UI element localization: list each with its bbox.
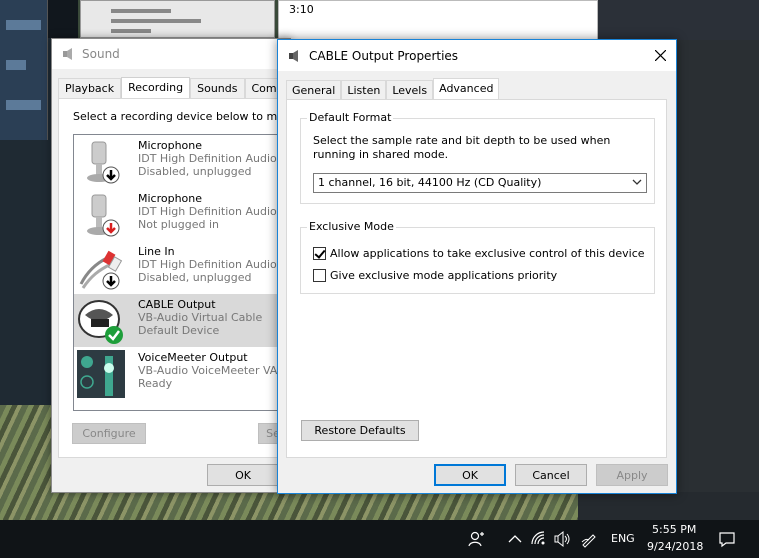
advanced-panel: Default Format Select the sample rate an…: [286, 99, 667, 458]
background-window-bottom: [578, 492, 759, 520]
allow-exclusive-label: Allow applications to take exclusive con…: [330, 247, 645, 260]
background-window-white: 3:10: [278, 0, 598, 40]
line-in-cable-icon: [79, 250, 123, 290]
device-status: Ready: [138, 377, 173, 390]
device-status: Disabled, unplugged: [138, 271, 252, 284]
allow-exclusive-checkbox[interactable]: Allow applications to take exclusive con…: [313, 247, 645, 260]
sound-titlebar[interactable]: Sound: [52, 39, 290, 69]
tab-playback[interactable]: Playback: [58, 78, 122, 99]
default-format-label: Default Format: [307, 111, 394, 124]
recording-hint: Select a recording device below to modi: [73, 110, 294, 123]
background-window-thumbnail: [0, 0, 48, 140]
tab-advanced[interactable]: Advanced: [433, 78, 500, 99]
people-icon[interactable]: [468, 530, 486, 548]
checkbox-checked[interactable]: [313, 247, 326, 260]
tab-listen[interactable]: Listen: [341, 80, 387, 99]
device-driver: VB-Audio Virtual Cable: [138, 311, 263, 324]
voicemeeter-icon: [77, 350, 125, 398]
props-title: CABLE Output Properties: [309, 48, 459, 63]
device-name: Line In: [138, 245, 175, 258]
apply-button[interactable]: Apply: [596, 464, 668, 486]
cable-icon: [78, 300, 123, 344]
cancel-button[interactable]: Cancel: [515, 464, 587, 486]
device-name: Microphone: [138, 139, 203, 152]
background-window-right: [598, 0, 759, 40]
device-name: Microphone: [138, 192, 203, 205]
props-titlebar[interactable]: CABLE Output Properties: [278, 40, 676, 71]
microphone-icon: [87, 194, 120, 237]
device-driver: IDT High Definition Audio C: [138, 205, 288, 218]
checkbox-unchecked[interactable]: [313, 269, 326, 282]
close-icon: [654, 50, 666, 61]
ok-button[interactable]: OK: [434, 464, 506, 486]
clock-date[interactable]: 9/24/2018: [647, 540, 703, 553]
device-driver: IDT High Definition Audio C: [138, 258, 288, 271]
language-indicator[interactable]: ENG: [611, 532, 635, 545]
exclusive-mode-label: Exclusive Mode: [307, 220, 396, 233]
format-select-value: 1 channel, 16 bit, 44100 Hz (CD Quality): [318, 176, 542, 189]
device-status: Disabled, unplugged: [138, 165, 252, 178]
close-button[interactable]: [644, 40, 676, 71]
device-name: VoiceMeeter Output: [138, 351, 248, 364]
default-format-description: Select the sample rate and bit depth to …: [313, 134, 611, 161]
wifi-icon[interactable]: [530, 530, 548, 548]
default-format-group: Default Format Select the sample rate an…: [300, 111, 655, 204]
device-driver: VB-Audio VoiceMeeter VAIO: [138, 364, 290, 377]
device-status: Not plugged in: [138, 218, 220, 231]
background-snippet-text: 3:10: [289, 3, 314, 16]
sound-title: Sound: [82, 47, 120, 61]
sound-ok-button[interactable]: OK: [207, 464, 279, 486]
format-select[interactable]: 1 channel, 16 bit, 44100 Hz (CD Quality): [313, 173, 647, 193]
device-status: Default Device: [138, 324, 220, 337]
volume-icon[interactable]: [553, 530, 571, 548]
configure-button[interactable]: Configure: [72, 423, 146, 444]
background-window-dark: [48, 0, 78, 38]
tab-levels[interactable]: Levels: [386, 80, 434, 99]
tab-general[interactable]: General: [286, 80, 342, 99]
device-name: CABLE Output: [138, 298, 216, 311]
exclusive-priority-checkbox[interactable]: Give exclusive mode applications priorit…: [313, 269, 557, 282]
props-tabs: General Listen Levels Advanced: [286, 78, 500, 99]
chevron-down-icon: [632, 179, 642, 185]
clock-time[interactable]: 5:55 PM: [652, 523, 696, 536]
sound-dialog: Sound Playback Recording Sounds Communic…: [51, 38, 325, 493]
speaker-icon: [63, 48, 72, 60]
background-window-right-middle: [676, 40, 759, 520]
pen-icon[interactable]: [580, 530, 598, 548]
background-window-light: [80, 0, 275, 38]
action-center-icon[interactable]: [718, 530, 736, 548]
taskbar: ENG 5:55 PM 9/24/2018: [0, 520, 759, 558]
speaker-icon: [289, 49, 298, 62]
restore-defaults-button[interactable]: Restore Defaults: [301, 420, 419, 441]
exclusive-mode-group: Exclusive Mode Allow applications to tak…: [300, 220, 655, 294]
tab-sounds[interactable]: Sounds: [190, 78, 245, 99]
exclusive-priority-label: Give exclusive mode applications priorit…: [330, 269, 558, 282]
chevron-up-icon[interactable]: [506, 530, 524, 548]
recording-panel: Select a recording device below to modi …: [58, 98, 313, 458]
tab-recording[interactable]: Recording: [121, 77, 191, 99]
microphone-icon: [87, 141, 120, 184]
device-driver: IDT High Definition Audio C: [138, 152, 288, 165]
cable-output-properties-dialog: CABLE Output Properties General Listen L…: [277, 39, 677, 494]
